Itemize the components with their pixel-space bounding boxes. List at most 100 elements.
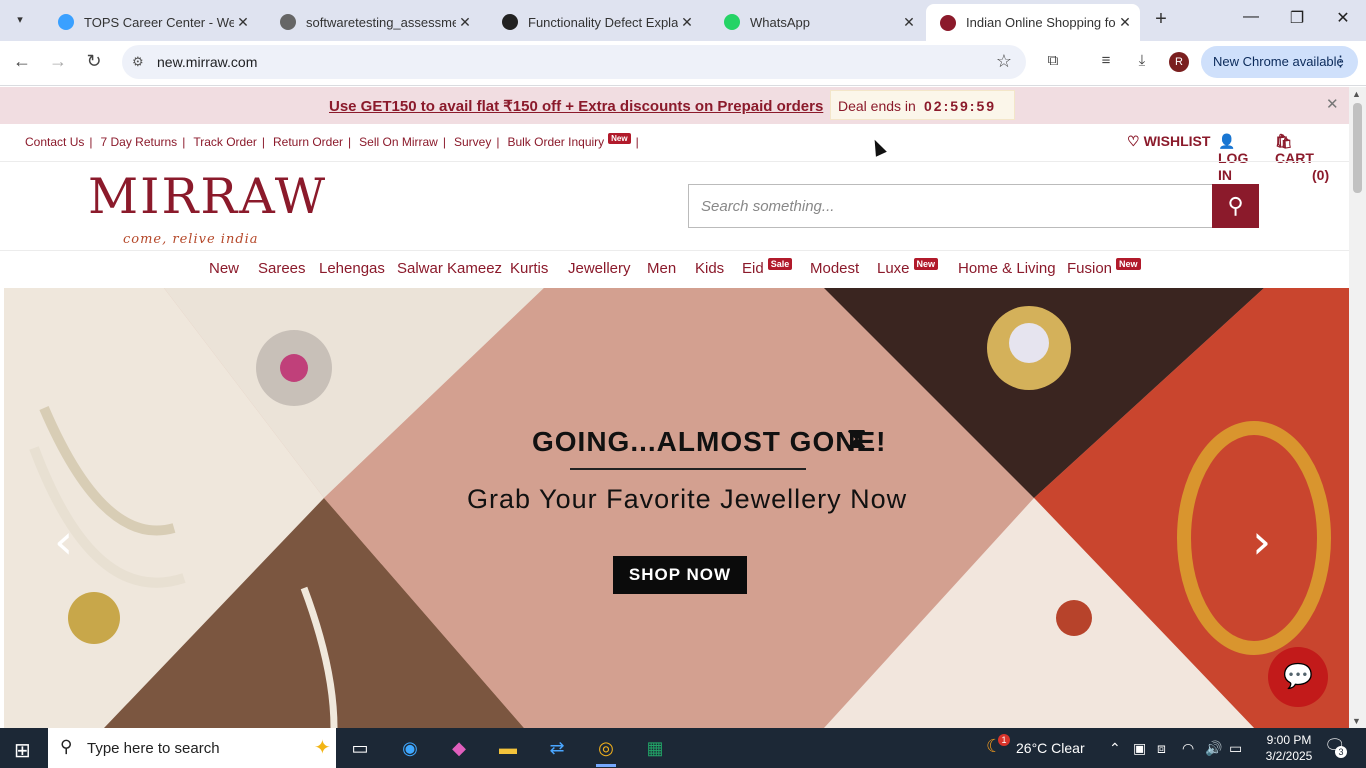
notifications-icon[interactable]: 🗨 3 bbox=[1324, 736, 1347, 758]
edge-icon[interactable]: ◉ bbox=[392, 734, 428, 762]
file-explorer-icon[interactable]: ▬ bbox=[490, 734, 526, 762]
chat-support-button[interactable]: 💬 bbox=[1268, 647, 1328, 707]
browser-tab[interactable]: TOPS Career Center - Welco ✕ bbox=[44, 6, 258, 38]
media-controls-icon[interactable]: ≡ bbox=[1095, 52, 1117, 69]
browser-tab[interactable]: Functionality Defect Explana ✕ bbox=[488, 6, 702, 38]
close-tab-icon[interactable]: ✕ bbox=[456, 14, 474, 31]
battery-icon[interactable]: ▭ bbox=[1229, 740, 1242, 757]
close-tab-icon[interactable]: ✕ bbox=[1116, 14, 1134, 31]
category-label: Home & Living bbox=[958, 260, 1056, 277]
forward-arrow-icon[interactable]: → bbox=[46, 51, 70, 72]
more-menu-icon[interactable]: ⋮ bbox=[1333, 46, 1348, 78]
bulk-order-link[interactable]: Bulk Order Inquiry New bbox=[507, 133, 631, 149]
meet-now-icon[interactable]: ▣ bbox=[1133, 740, 1146, 757]
divider bbox=[0, 250, 1349, 251]
category-new[interactable]: New bbox=[209, 260, 239, 277]
bookmark-star-icon[interactable]: ☆ bbox=[996, 51, 1012, 72]
copilot-sparkle-icon: ✦ bbox=[314, 737, 331, 759]
screen-record-icon[interactable]: ⧈ bbox=[1157, 740, 1166, 757]
search-button[interactable]: ⚲ bbox=[1212, 184, 1259, 228]
scrollbar-thumb[interactable] bbox=[1353, 103, 1362, 193]
browser-tab[interactable]: WhatsApp ✕ bbox=[710, 6, 924, 38]
tab-search-chevron-icon[interactable]: ▾ bbox=[8, 10, 32, 30]
close-window-icon[interactable]: ✕ bbox=[1328, 8, 1358, 28]
taskbar-clock[interactable]: 9:00 PM 3/2/2025 bbox=[1258, 732, 1320, 764]
category-luxe[interactable]: Luxe New bbox=[877, 258, 939, 277]
extensions-icon[interactable]: ⧉ bbox=[1042, 52, 1064, 69]
hero-banner[interactable]: GOING...ALMOST GONE! ⧗ Grab Your Favorit… bbox=[4, 288, 1349, 728]
category-men[interactable]: Men bbox=[647, 260, 676, 277]
cart-link[interactable]: 🛍CART (0) bbox=[1275, 133, 1335, 184]
browser-tab[interactable]: softwaretesting_assessment_ ✕ bbox=[266, 6, 480, 38]
chrome-update-button[interactable]: New Chrome available ⋮ bbox=[1201, 46, 1358, 78]
reload-icon[interactable]: ↻ bbox=[82, 51, 106, 72]
back-arrow-icon[interactable]: ← bbox=[10, 51, 34, 72]
category-eid[interactable]: Eid Sale bbox=[742, 258, 793, 277]
wifi-icon[interactable]: ◠ bbox=[1182, 740, 1194, 757]
search-box[interactable] bbox=[688, 184, 1213, 228]
url-text[interactable]: new.mirraw.com bbox=[157, 54, 257, 70]
tab-title: Indian Online Shopping for bbox=[966, 15, 1116, 30]
carousel-next-icon[interactable]: › bbox=[1252, 514, 1271, 570]
show-hidden-icons-icon[interactable]: ⌃ bbox=[1109, 740, 1121, 757]
close-promo-icon[interactable]: ✕ bbox=[1326, 95, 1339, 113]
minimize-icon[interactable]: — bbox=[1236, 8, 1266, 26]
category-modest[interactable]: Modest bbox=[810, 260, 859, 277]
windows-start-icon[interactable]: ⊞ bbox=[14, 738, 31, 763]
close-tab-icon[interactable]: ✕ bbox=[900, 14, 918, 31]
excel-icon[interactable]: ▦ bbox=[637, 734, 673, 762]
category-label: Sarees bbox=[258, 260, 306, 277]
page-scrollbar[interactable]: ▲ ▼ bbox=[1349, 87, 1366, 728]
bulk-order-label: Bulk Order Inquiry bbox=[507, 135, 605, 149]
login-link[interactable]: 👤LOG IN bbox=[1218, 133, 1262, 184]
category-salwar-kameez[interactable]: Salwar Kameez bbox=[397, 260, 502, 277]
volume-icon[interactable]: 🔊 bbox=[1205, 740, 1222, 757]
close-tab-icon[interactable]: ✕ bbox=[678, 14, 696, 31]
downloads-icon[interactable]: ⤓ bbox=[1131, 52, 1153, 69]
category-sarees[interactable]: Sarees bbox=[258, 260, 306, 277]
browser-tab-active[interactable]: Indian Online Shopping for ✕ bbox=[926, 4, 1140, 41]
category-kids[interactable]: Kids bbox=[695, 260, 724, 277]
search-input[interactable] bbox=[689, 185, 1212, 227]
weather-alert-badge: 1 bbox=[998, 734, 1010, 746]
track-order-link[interactable]: Track Order bbox=[193, 135, 257, 149]
profile-avatar[interactable]: R bbox=[1169, 52, 1189, 72]
notification-count: 3 bbox=[1335, 746, 1347, 758]
taskbar-search[interactable]: ⚲ Type here to search ✦ bbox=[48, 728, 336, 768]
category-home-living[interactable]: Home & Living bbox=[958, 260, 1056, 277]
task-view-icon[interactable]: ▭ bbox=[342, 734, 378, 762]
new-tab-plus-icon[interactable]: + bbox=[1150, 8, 1172, 31]
wishlist-link[interactable]: ♡ WISHLIST bbox=[1127, 133, 1210, 150]
close-tab-icon[interactable]: ✕ bbox=[234, 14, 252, 31]
category-jewellery[interactable]: Jewellery bbox=[568, 260, 631, 277]
hero-headline: GOING...ALMOST GONE! bbox=[532, 426, 887, 457]
site-info-icon[interactable]: ⚙ bbox=[132, 54, 144, 70]
tab-title: TOPS Career Center - Welco bbox=[84, 14, 234, 30]
category-label: New bbox=[209, 260, 240, 277]
category-label: Modest bbox=[810, 260, 860, 277]
sell-on-mirraw-link[interactable]: Sell On Mirraw bbox=[359, 135, 438, 149]
mirraw-logo[interactable]: MIRRAW come, relive india bbox=[88, 164, 325, 248]
separator: | bbox=[496, 135, 500, 149]
taskbar-search-placeholder: Type here to search bbox=[87, 740, 220, 757]
carousel-prev-icon[interactable]: ‹ bbox=[54, 514, 73, 570]
category-label: Jewellery bbox=[568, 260, 631, 277]
shop-now-button[interactable]: SHOP NOW bbox=[613, 556, 747, 594]
teamviewer-icon[interactable]: ⇄ bbox=[539, 734, 575, 762]
weather-text[interactable]: 26°C Clear bbox=[1016, 740, 1085, 756]
category-kurtis[interactable]: Kurtis bbox=[510, 260, 548, 277]
scroll-down-icon[interactable]: ▼ bbox=[1352, 716, 1361, 726]
contact-us-link[interactable]: Contact Us bbox=[25, 135, 84, 149]
puzzle-icon bbox=[58, 14, 74, 30]
chrome-icon[interactable]: ◎ bbox=[588, 734, 624, 767]
survey-link[interactable]: Survey bbox=[454, 135, 491, 149]
category-fusion[interactable]: Fusion New bbox=[1067, 258, 1141, 277]
category-lehengas[interactable]: Lehengas bbox=[319, 260, 385, 277]
returns-policy-link[interactable]: 7 Day Returns bbox=[100, 135, 177, 149]
return-order-link[interactable]: Return Order bbox=[273, 135, 343, 149]
copilot-icon[interactable]: ◆ bbox=[441, 734, 477, 762]
restore-icon[interactable]: ❐ bbox=[1282, 8, 1312, 28]
promo-offer-link[interactable]: Use GET150 to avail flat ₹150 off + Extr… bbox=[329, 97, 823, 115]
address-bar[interactable]: ⚙ new.mirraw.com ☆ bbox=[122, 45, 1026, 79]
scroll-up-icon[interactable]: ▲ bbox=[1352, 89, 1361, 99]
